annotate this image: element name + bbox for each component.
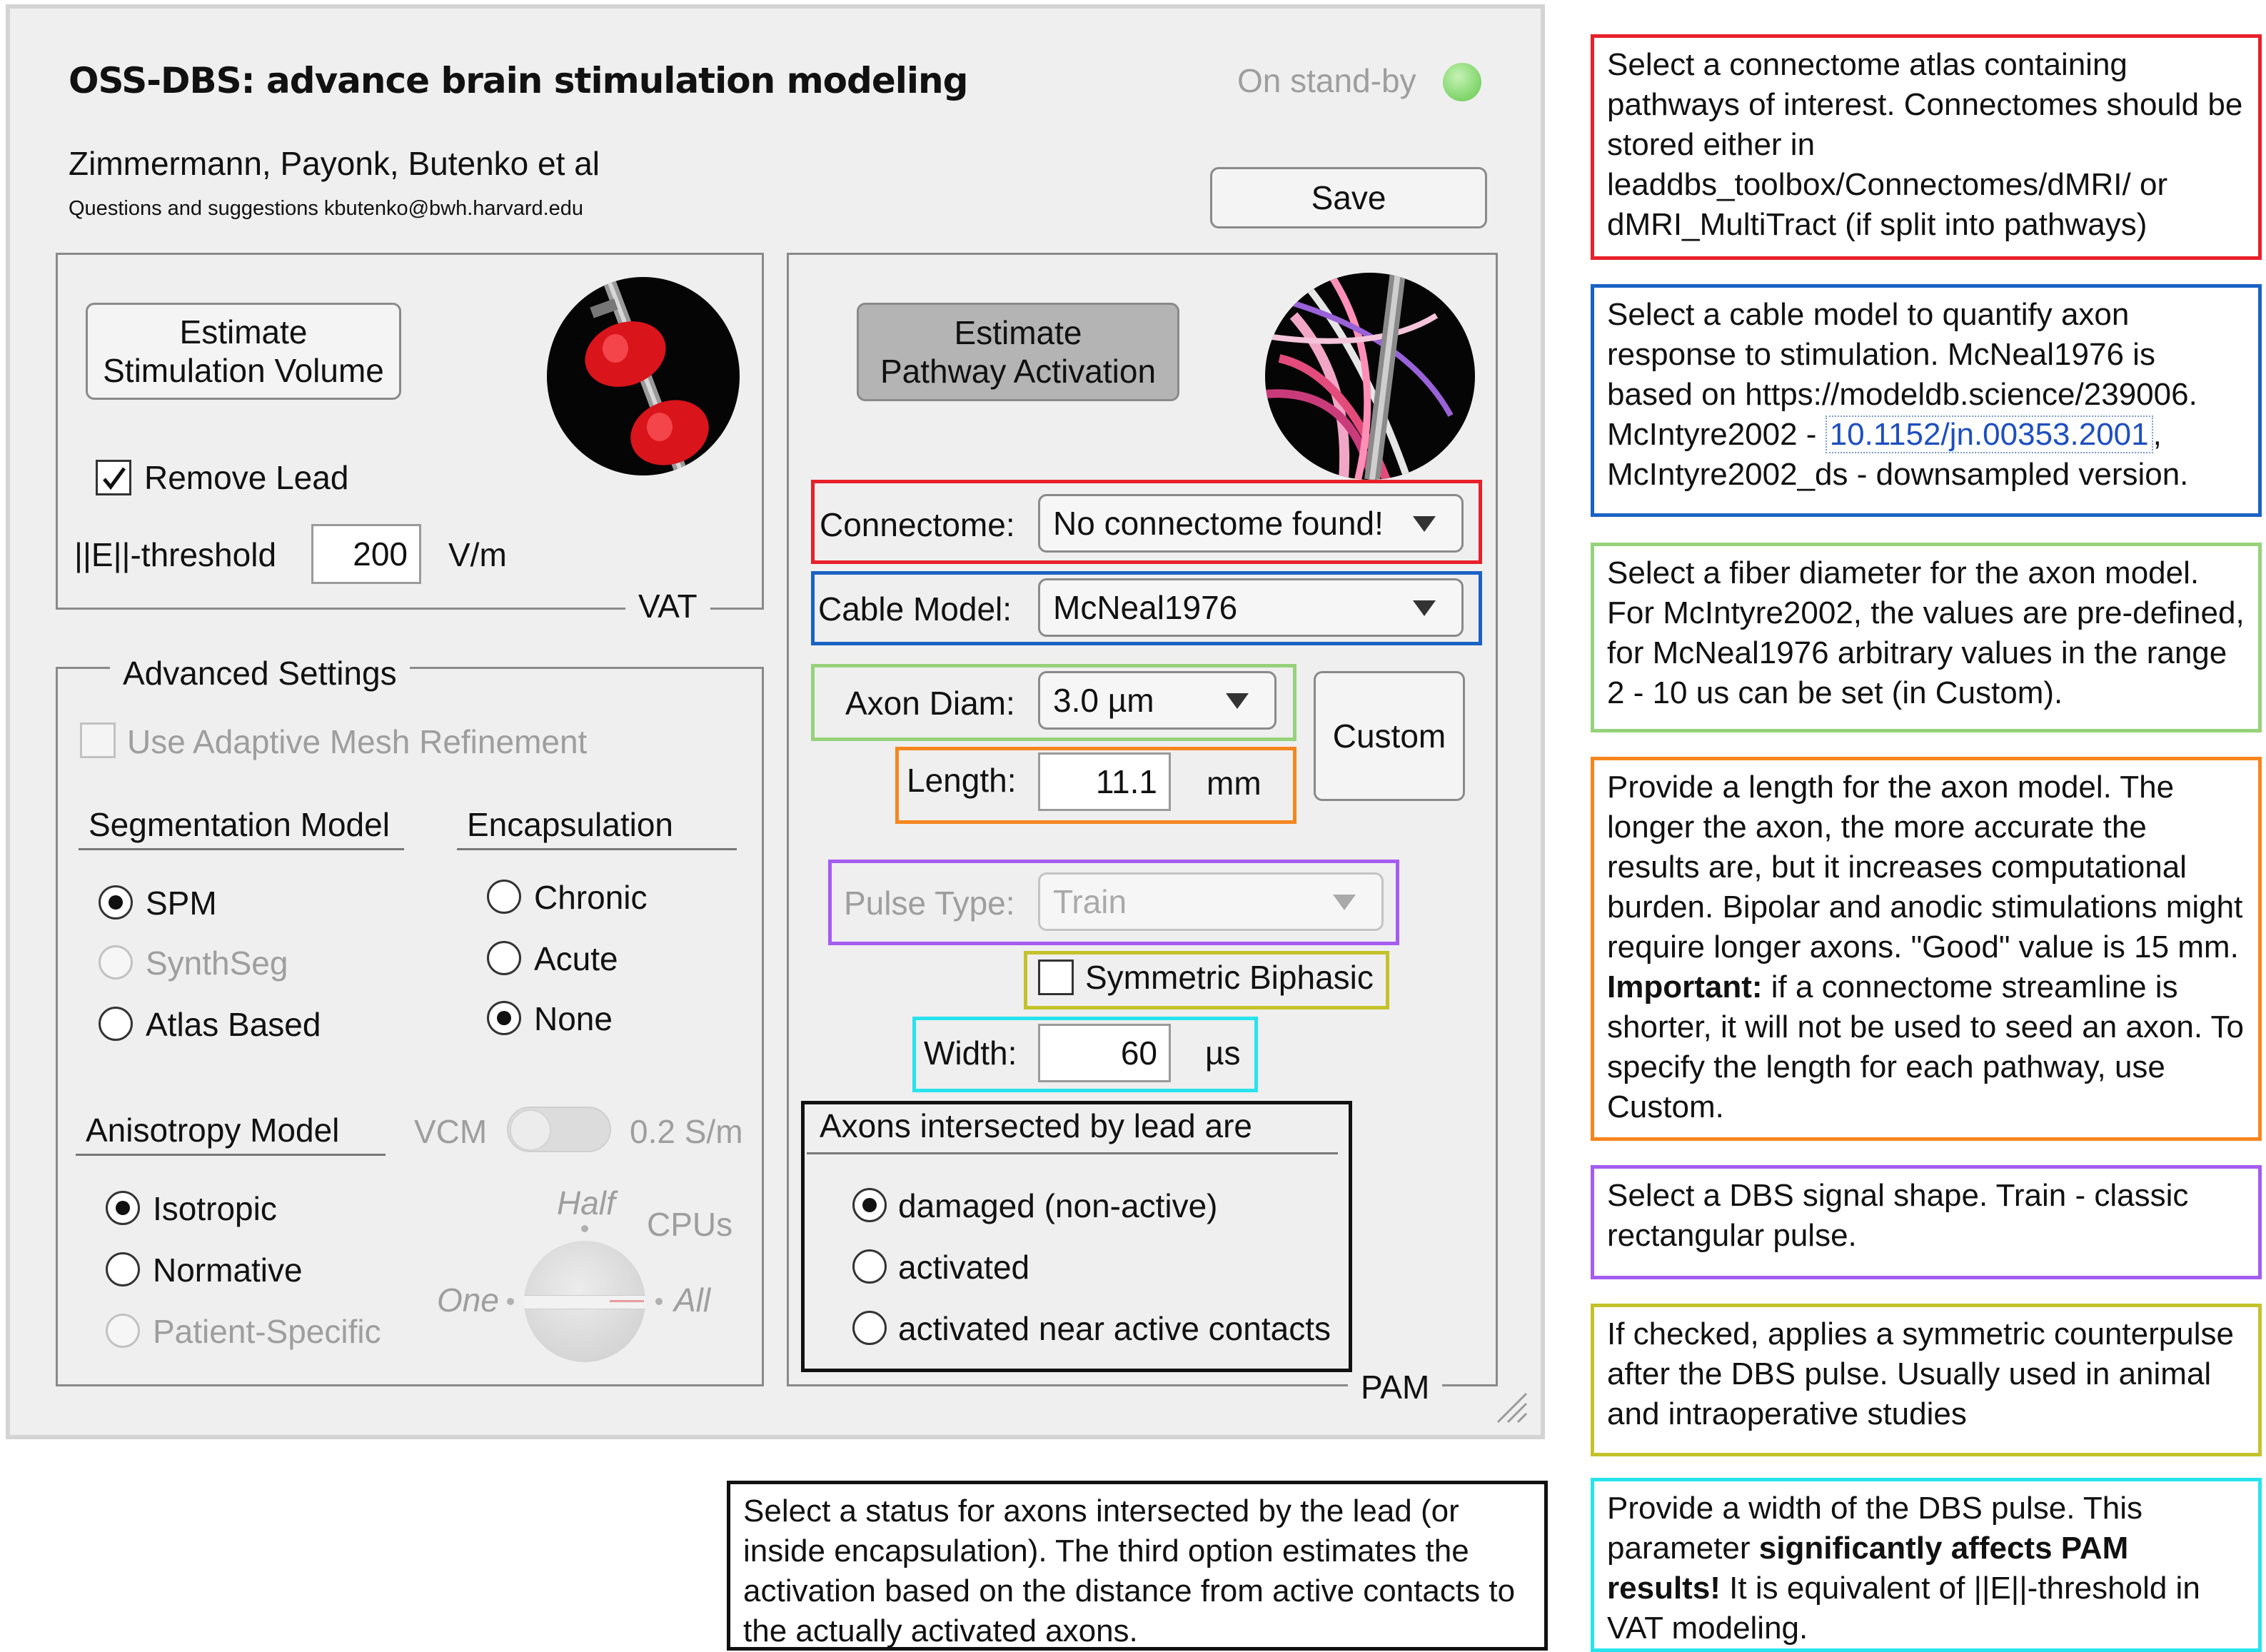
segmentation-option-synthseg: SynthSeg: [146, 945, 288, 982]
vat-lead-image: [547, 277, 740, 475]
segmentation-option-atlas: Atlas Based: [146, 1006, 321, 1043]
anisotropy-title: Anisotropy Model: [76, 1111, 386, 1156]
cpus-knob[interactable]: [524, 1241, 645, 1362]
encapsulation-chronic-radio[interactable]: [487, 880, 521, 914]
note-fiber-diameter: Select a fiber diameter for the axon mod…: [1591, 543, 2262, 732]
cpus-all-label: All: [674, 1281, 711, 1319]
note-length-important: Important:: [1607, 969, 1763, 1004]
encapsulation-option-none: None: [534, 1000, 613, 1037]
resize-grip-icon[interactable]: [1492, 1388, 1528, 1424]
anisotropy-isotropic-radio[interactable]: [106, 1191, 140, 1225]
anisotropy-option-normative: Normative: [153, 1251, 303, 1289]
vat-panel-label: VAT: [625, 587, 710, 625]
threshold-input[interactable]: 200: [311, 524, 421, 584]
pulse-type-highlight: [828, 860, 1399, 945]
segmentation-atlas-radio[interactable]: [99, 1007, 133, 1041]
note-axons-intersected: Select a status for axons intersected by…: [727, 1481, 1548, 1651]
anisotropy-option-isotropic: Isotropic: [153, 1190, 277, 1227]
note-length-text-a: Provide a length for the axon model. The…: [1607, 770, 2243, 964]
segmentation-option-spm: SPM: [146, 885, 217, 922]
threshold-unit: V/m: [448, 536, 507, 573]
segmentation-synthseg-radio[interactable]: [99, 945, 133, 979]
encapsulation-none-radio[interactable]: [487, 1001, 521, 1035]
note-width: Provide a width of the DBS pulse. This p…: [1591, 1478, 2262, 1652]
estimate-stimulation-volume-button[interactable]: Estimate Stimulation Volume: [86, 303, 401, 400]
anisotropy-normative-radio[interactable]: [106, 1252, 140, 1286]
cpus-title: CPUs: [647, 1206, 733, 1243]
remove-lead-checkbox[interactable]: [96, 460, 131, 495]
note-connectome: Select a connectome atlas containing pat…: [1591, 34, 2262, 260]
pam-panel-label: PAM: [1348, 1368, 1443, 1406]
anisotropy-option-patient-specific: Patient-Specific: [153, 1313, 381, 1350]
estimate-vat-line1: Estimate: [179, 313, 308, 351]
note-cable-model: Select a cable model to quantify axon re…: [1591, 284, 2262, 517]
connectome-highlight: [811, 480, 1482, 564]
estimate-pam-line1: Estimate: [954, 314, 1082, 351]
save-button[interactable]: Save: [1210, 167, 1487, 228]
axon-diam-highlight: [811, 664, 1296, 741]
note-pulse-type: Select a DBS signal shape. Train - class…: [1591, 1165, 2262, 1279]
axons-highlight: [801, 1101, 1352, 1372]
adaptive-mesh-checkbox[interactable]: [80, 722, 116, 758]
segmentation-title: Segmentation Model: [79, 805, 404, 850]
encapsulation-title: Encapsulation: [457, 805, 737, 850]
advanced-settings-title: Advanced Settings: [110, 654, 410, 692]
cpus-half-label: Half: [557, 1184, 615, 1222]
contact-line: Questions and suggestions kbutenko@bwh.h…: [69, 197, 584, 220]
note-symmetric: If checked, applies a symmetric counterp…: [1591, 1304, 2262, 1456]
doi-link[interactable]: 10.1152/jn.00353.2001: [1825, 415, 2153, 453]
cpus-one-dot-icon: [507, 1298, 514, 1305]
conductivity-value: 0.2 S/m: [630, 1113, 743, 1150]
estimate-pathway-activation-button[interactable]: Estimate Pathway Activation: [857, 303, 1179, 401]
vcm-toggle[interactable]: [507, 1107, 611, 1152]
authors: Zimmermann, Payonk, Butenko et al: [69, 145, 600, 182]
pam-fiber-image: [1265, 273, 1475, 480]
remove-lead-label: Remove Lead: [144, 459, 349, 496]
cable-model-highlight: [811, 571, 1482, 645]
estimate-pam-line2: Pathway Activation: [880, 353, 1157, 390]
status-indicator-icon: [1443, 63, 1481, 101]
note-length: Provide a length for the axon model. The…: [1591, 757, 2262, 1141]
vcm-label: VCM: [414, 1113, 488, 1150]
encapsulation-option-acute: Acute: [534, 940, 618, 977]
cpus-one-label: One: [437, 1281, 499, 1319]
cpus-all-dot-icon: [655, 1298, 663, 1305]
anisotropy-patient-specific-radio[interactable]: [106, 1314, 140, 1348]
symmetric-highlight: [1024, 951, 1389, 1009]
app-title: OSS-DBS: advance brain stimulation model…: [69, 60, 968, 101]
threshold-label: ||E||-threshold: [74, 536, 277, 573]
width-highlight: [912, 1017, 1258, 1092]
cpus-half-dot-icon: [581, 1225, 588, 1232]
status-text: On stand-by: [1237, 62, 1416, 99]
segmentation-spm-radio[interactable]: [99, 885, 133, 920]
custom-button[interactable]: Custom: [1314, 671, 1465, 801]
estimate-vat-line2: Stimulation Volume: [103, 352, 384, 389]
adaptive-mesh-label: Use Adaptive Mesh Refinement: [127, 723, 588, 760]
encapsulation-option-chronic: Chronic: [534, 879, 648, 916]
encapsulation-acute-radio[interactable]: [487, 941, 521, 975]
length-highlight: [895, 747, 1296, 824]
